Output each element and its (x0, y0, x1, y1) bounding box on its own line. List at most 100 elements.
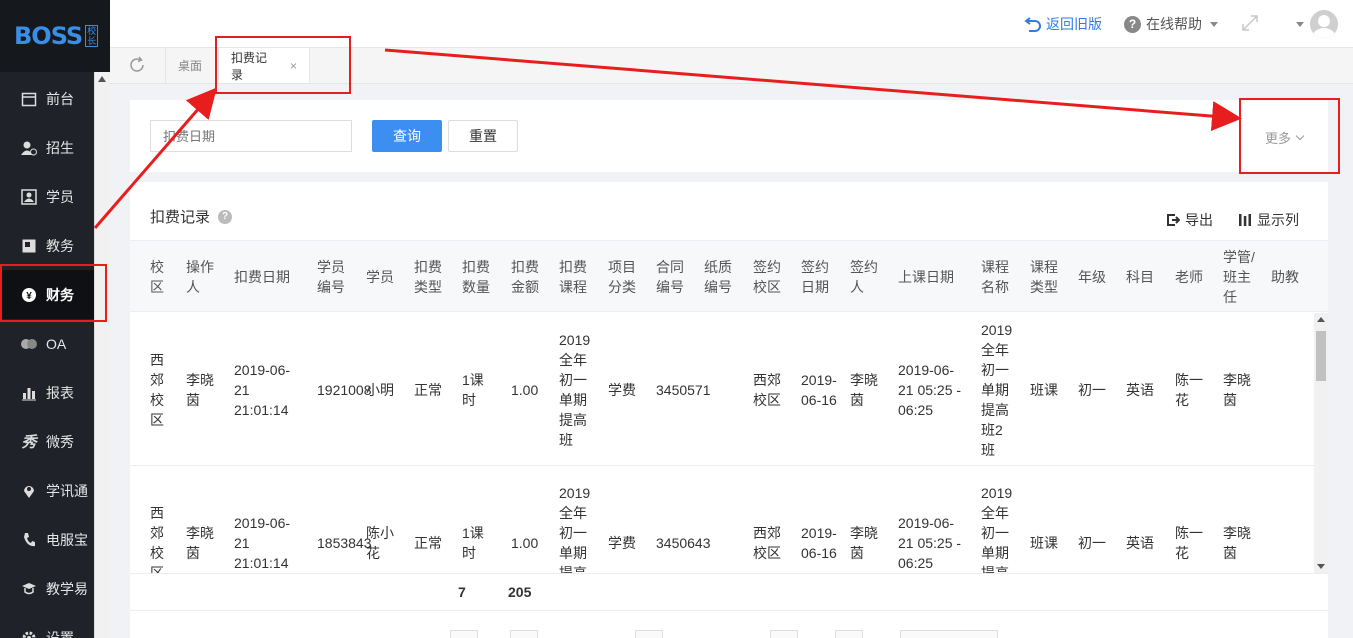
table-cell: 班课 (1030, 381, 1058, 398)
table-cell: 李晓茵 (186, 371, 214, 408)
table-cell: 初一 (1078, 381, 1106, 398)
column-header: 科目 (1126, 269, 1154, 285)
panel-title: 扣费记录 ? (150, 206, 233, 227)
table-row[interactable]: 西郊校区 李晓茵 2019-06-21 21:01:14 1853843 陈小花 正常 1课… (130, 466, 1314, 574)
table-cell: 学费 (608, 381, 636, 398)
last-page-button[interactable] (835, 630, 863, 638)
table-cell (704, 313, 734, 466)
page-number-input[interactable] (635, 630, 663, 638)
table-cell: 1.00 (511, 534, 539, 551)
reset-button[interactable]: 重置 (448, 120, 518, 152)
table-cell: 2019-06-21 21:01:14 (234, 361, 291, 418)
table-cell: 英语 (1126, 534, 1154, 551)
export-button[interactable]: 导出 (1166, 210, 1213, 230)
online-help-menu[interactable]: ? 在线帮助 (1124, 14, 1218, 34)
sidebar-item-11[interactable]: 设置 (0, 613, 94, 638)
sidebar-item-1[interactable]: 招生 (0, 123, 94, 172)
teach-icon (20, 580, 38, 598)
table-cell: 2019全年初一单期提高班2班 (981, 321, 1013, 458)
table-cell: 2019全年初一单期提高班 (981, 484, 1013, 574)
export-icon (1167, 214, 1180, 226)
query-button[interactable]: 查询 (372, 120, 442, 152)
table-cell: 2019全年初一单期提高班 (559, 484, 591, 574)
return-old-version-link[interactable]: 返回旧版 (1024, 14, 1102, 34)
table-cell: 正常 (414, 381, 442, 398)
annotation-box-finance (0, 264, 107, 322)
sidebar-item-label: 报表 (46, 384, 74, 401)
deduction-date-input[interactable] (150, 120, 352, 152)
sidebar-item-label: OA (46, 335, 67, 352)
calendar-icon (20, 90, 38, 108)
column-header: 校区 (150, 259, 164, 295)
table-row[interactable]: 西郊校区 李晓茵 2019-06-21 21:01:14 1921008 小明 正常 1课时… (130, 313, 1314, 466)
sidebar-item-10[interactable]: 教学易 (0, 564, 94, 613)
table-cell: 1853843 (317, 534, 372, 551)
user-menu[interactable] (1296, 10, 1338, 38)
phone-icon (20, 531, 38, 549)
bar-chart-icon (20, 384, 38, 402)
sidebar-scrollbar[interactable] (94, 72, 110, 638)
logo-badge-top: 校 (87, 26, 97, 36)
sidebar-item-8[interactable]: 学讯通 (0, 466, 94, 515)
table-cell: 李晓茵 (850, 524, 878, 561)
show-columns-button[interactable]: 显示列 (1238, 210, 1299, 230)
sidebar-item-label: 教学易 (46, 580, 88, 597)
table-cell: 陈一花 (1175, 371, 1203, 408)
filter-panel: 查询 重置 更多 (130, 100, 1328, 172)
table-cell: 李晓茵 (186, 524, 214, 561)
column-header: 合同编号 (656, 259, 684, 295)
column-header: 扣费金额 (511, 259, 539, 295)
fullscreen-icon[interactable] (1241, 14, 1259, 32)
annotation-box-tab (215, 36, 351, 94)
table-cell: 1课时 (462, 524, 484, 561)
panel-title-text: 扣费记录 (150, 209, 211, 226)
prev-page-button[interactable] (510, 630, 538, 638)
sidebar-item-9[interactable]: 电服宝 (0, 515, 94, 564)
sidebar-item-7[interactable]: 秀微秀 (0, 417, 94, 466)
help-icon[interactable]: ? (218, 209, 233, 224)
chevron-down-icon (1210, 21, 1218, 27)
column-header: 操作人 (186, 259, 214, 295)
sidebar-item-label: 教务 (46, 237, 74, 254)
sidebar-item-label: 学讯通 (46, 482, 88, 499)
return-icon (1024, 17, 1041, 32)
total-amount: 205 (508, 584, 532, 600)
table-header: 校区 操作人 扣费日期 学员编号 学员 扣费类型 扣费数量 扣费金额 扣费课程 项目分类 合同编号纸… (130, 240, 1328, 312)
table-cell: 2019-06-21 05:25 - 06:25 (898, 361, 962, 418)
column-header: 学员编号 (317, 259, 345, 295)
column-header: 扣费课程 (559, 259, 587, 295)
table-cell: 3450643 (656, 534, 711, 551)
sidebar-item-5[interactable]: OA (0, 319, 94, 368)
table-cell: 2019-06-16 (801, 524, 837, 561)
table-scrollbar[interactable] (1314, 313, 1328, 573)
table-cell: 1课时 (462, 371, 484, 408)
annotation-box-more (1239, 98, 1340, 174)
table-cell: 3450571 (656, 381, 711, 398)
column-header: 签约校区 (753, 259, 781, 295)
next-page-button[interactable] (770, 630, 798, 638)
first-page-button[interactable] (450, 630, 478, 638)
tab-desktop[interactable]: 桌面 (165, 48, 214, 83)
column-header: 扣费日期 (234, 269, 290, 285)
page-size-select[interactable] (900, 630, 998, 638)
sidebar-item-2[interactable]: 学员 (0, 172, 94, 221)
refresh-icon[interactable] (128, 56, 146, 79)
sidebar-item-label: 学员 (46, 188, 74, 205)
sidebar-item-0[interactable]: 前台 (0, 74, 94, 123)
student-card-icon (20, 188, 38, 206)
column-header: 纸质编号 (704, 259, 732, 295)
table-cell: 西郊校区 (150, 504, 164, 574)
show-columns-label: 显示列 (1257, 212, 1299, 228)
gear-icon (20, 629, 38, 638)
table-cell: 英语 (1126, 381, 1154, 398)
table-cell: 西郊校区 (753, 524, 781, 561)
logo-badge: 校 长 (85, 25, 99, 47)
table-cell: 西郊校区 (150, 351, 164, 428)
table-cell: 陈一花 (1175, 524, 1203, 561)
sidebar-item-3[interactable]: 教务 (0, 221, 94, 270)
sidebar-item-6[interactable]: 报表 (0, 368, 94, 417)
table-summary-row: 7 205 (130, 573, 1328, 611)
logo[interactable]: BOSS 校 长 (0, 0, 110, 72)
table-cell: 班课 (1030, 534, 1058, 551)
column-header: 学员 (366, 269, 394, 285)
